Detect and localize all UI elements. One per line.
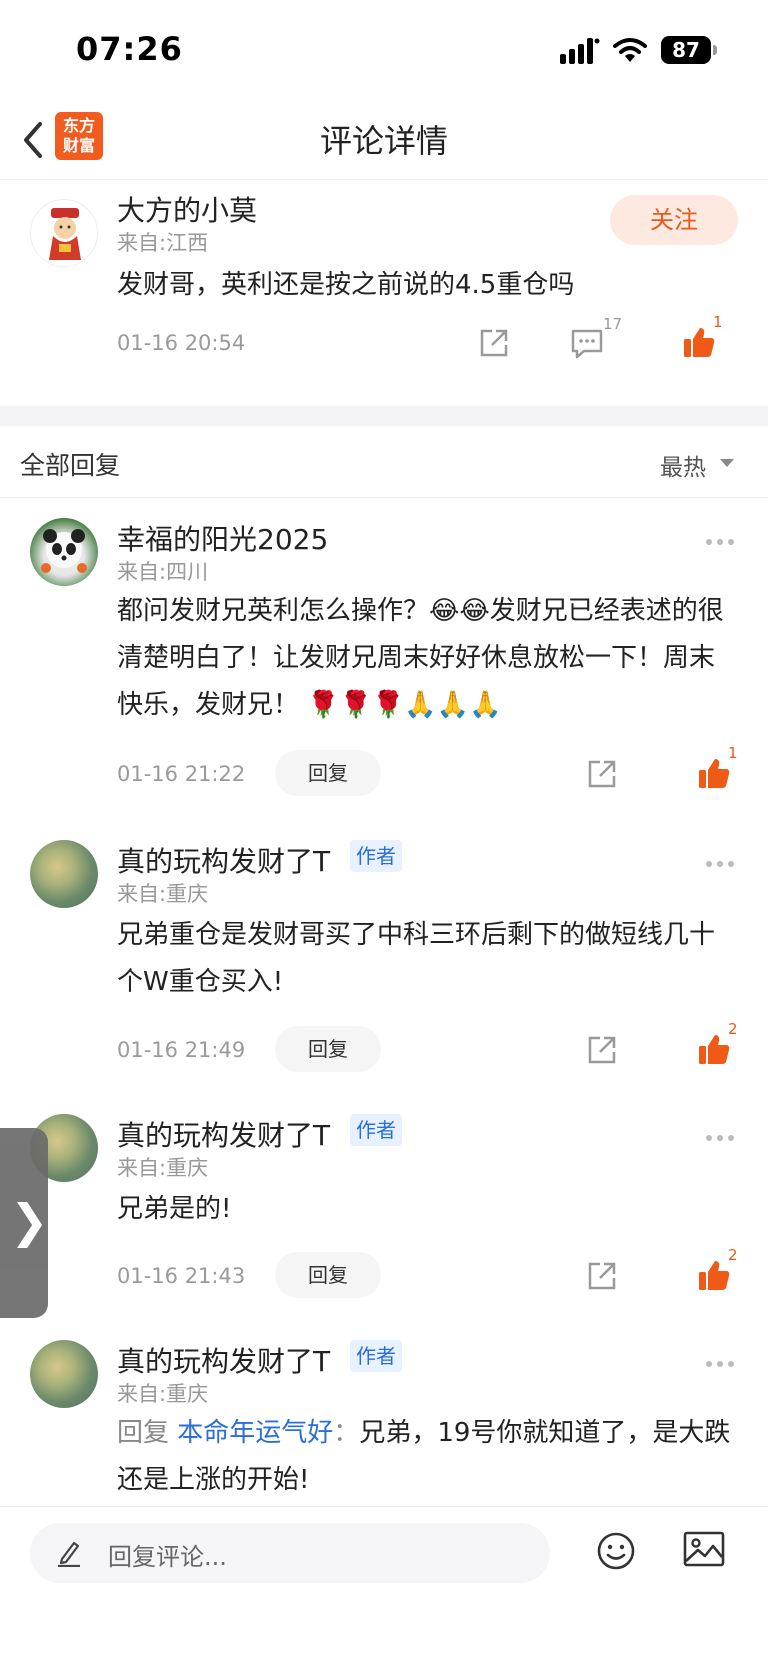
status-time: 07:26 [76, 30, 183, 68]
avatar[interactable] [30, 518, 98, 586]
reply-item: 幸福的阳光2025 来自:四川 都问发财兄英利怎么操作？😂😂发财兄已经表述的很清… [0, 498, 768, 808]
status-bar: 07:26 87 [0, 0, 768, 100]
share-icon[interactable] [478, 327, 510, 359]
cellular-signal-icon [560, 38, 600, 64]
reply-time: 01-16 21:22 [117, 762, 246, 786]
username[interactable]: 真的玩构发财了T [117, 1340, 330, 1380]
thumbs-up-icon[interactable] [697, 1258, 731, 1292]
main-comment: 大方的小莫 来自:江西 关注 发财哥，英利还是按之前说的4.5重仓吗 01-16… [0, 181, 768, 406]
reply-item: 真的玩构发财了T 作者 来自:重庆 回复 本命年运气好：兄弟，19号你就知道了，… [0, 1320, 768, 1506]
comment-icon[interactable] [570, 327, 604, 359]
location: 来自:江西 [117, 231, 209, 255]
reply-target-user[interactable]: 本命年运气好 [177, 1418, 333, 1448]
reply-time: 01-16 21:43 [117, 1264, 246, 1288]
reply-text: 兄弟是的! [117, 1194, 232, 1224]
more-options-icon[interactable] [706, 1126, 740, 1141]
share-icon[interactable] [586, 1260, 618, 1292]
thumbs-up-icon[interactable] [682, 325, 716, 359]
nav-bar: 东方 财富 评论详情 [0, 100, 768, 180]
comment-time: 01-16 20:54 [117, 331, 246, 355]
avatar[interactable] [30, 199, 98, 267]
share-icon[interactable] [586, 1034, 618, 1066]
reply-button[interactable]: 回复 [275, 1252, 381, 1298]
battery-indicator: 87 [661, 36, 717, 64]
author-badge: 作者 [350, 1340, 402, 1372]
wifi-icon [613, 38, 647, 62]
username[interactable]: 真的玩构发财了T [117, 1114, 330, 1154]
author-badge: 作者 [350, 840, 402, 872]
comment-text: 发财哥，英利还是按之前说的4.5重仓吗 [117, 270, 575, 300]
reply-button[interactable]: 回复 [275, 750, 381, 796]
comment-count: 17 [603, 315, 623, 333]
reply-input[interactable]: 回复评论... [30, 1523, 550, 1583]
reply-text: 兄弟重仓是发财哥买了中科三环后剩下的做短线几十个W重仓买入! [117, 920, 716, 997]
location: 来自:重庆 [117, 1382, 209, 1406]
bottom-bar: 回复评论... [0, 1506, 768, 1663]
avatar[interactable] [30, 840, 98, 908]
image-icon[interactable] [683, 1531, 725, 1567]
thumbs-up-icon[interactable] [697, 1032, 731, 1066]
location: 来自:四川 [117, 560, 209, 584]
pencil-icon [58, 1541, 80, 1567]
like-count: 2 [728, 1246, 738, 1264]
more-options-icon[interactable] [706, 530, 740, 545]
like-count: 2 [728, 1020, 738, 1038]
replies-title: 全部回复 [20, 451, 121, 480]
more-options-icon[interactable] [706, 852, 740, 867]
location: 来自:重庆 [117, 882, 209, 906]
like-count: 1 [728, 744, 738, 762]
location: 来自:重庆 [117, 1156, 209, 1180]
section-divider [0, 406, 768, 426]
page-title: 评论详情 [319, 122, 448, 160]
more-options-icon[interactable] [706, 1352, 740, 1367]
author-badge: 作者 [350, 1114, 402, 1146]
battery-cap [713, 45, 717, 55]
username[interactable]: 幸福的阳光2025 [117, 518, 328, 558]
chevron-right-icon: ❯ [10, 1194, 49, 1248]
follow-button[interactable]: 关注 [610, 195, 738, 245]
reply-body: 回复 本命年运气好：兄弟，19号你就知道了，是大跌还是上涨的开始! [117, 1410, 737, 1504]
side-drawer-handle[interactable]: ❯ [0, 1128, 49, 1318]
battery-level: 87 [661, 36, 711, 64]
avatar[interactable] [30, 1340, 98, 1408]
reply-text: 都问发财兄英利怎么操作？😂😂发财兄已经表述的很清楚明白了！让发财兄周末好好休息放… [117, 596, 724, 720]
reply-colon: ： [333, 1418, 360, 1448]
reply-item: 真的玩构发财了T 作者 来自:重庆 兄弟重仓是发财哥买了中科三环后剩下的做短线几… [0, 820, 768, 1080]
sort-selector[interactable]: 最热 [660, 448, 706, 482]
reply-time: 01-16 21:49 [117, 1038, 246, 1062]
reply-item: 真的玩构发财了T 作者 来自:重庆 兄弟是的! 01-16 21:43 回复 2 [0, 1094, 768, 1298]
reply-input-placeholder: 回复评论... [108, 1543, 227, 1571]
replies-header: 全部回复 最热 [0, 426, 768, 498]
reply-button[interactable]: 回复 [275, 1026, 381, 1072]
reply-prefix: 回复 [117, 1418, 170, 1448]
share-icon[interactable] [586, 758, 618, 790]
emoji-icon[interactable] [596, 1531, 636, 1571]
caret-down-icon[interactable] [720, 459, 734, 467]
thumbs-up-icon[interactable] [697, 756, 731, 790]
username[interactable]: 真的玩构发财了T [117, 840, 330, 880]
username[interactable]: 大方的小莫 [117, 189, 257, 229]
panda-avatar-icon [41, 529, 87, 573]
fortune-god-avatar-icon [49, 208, 81, 260]
like-count: 1 [713, 313, 723, 331]
